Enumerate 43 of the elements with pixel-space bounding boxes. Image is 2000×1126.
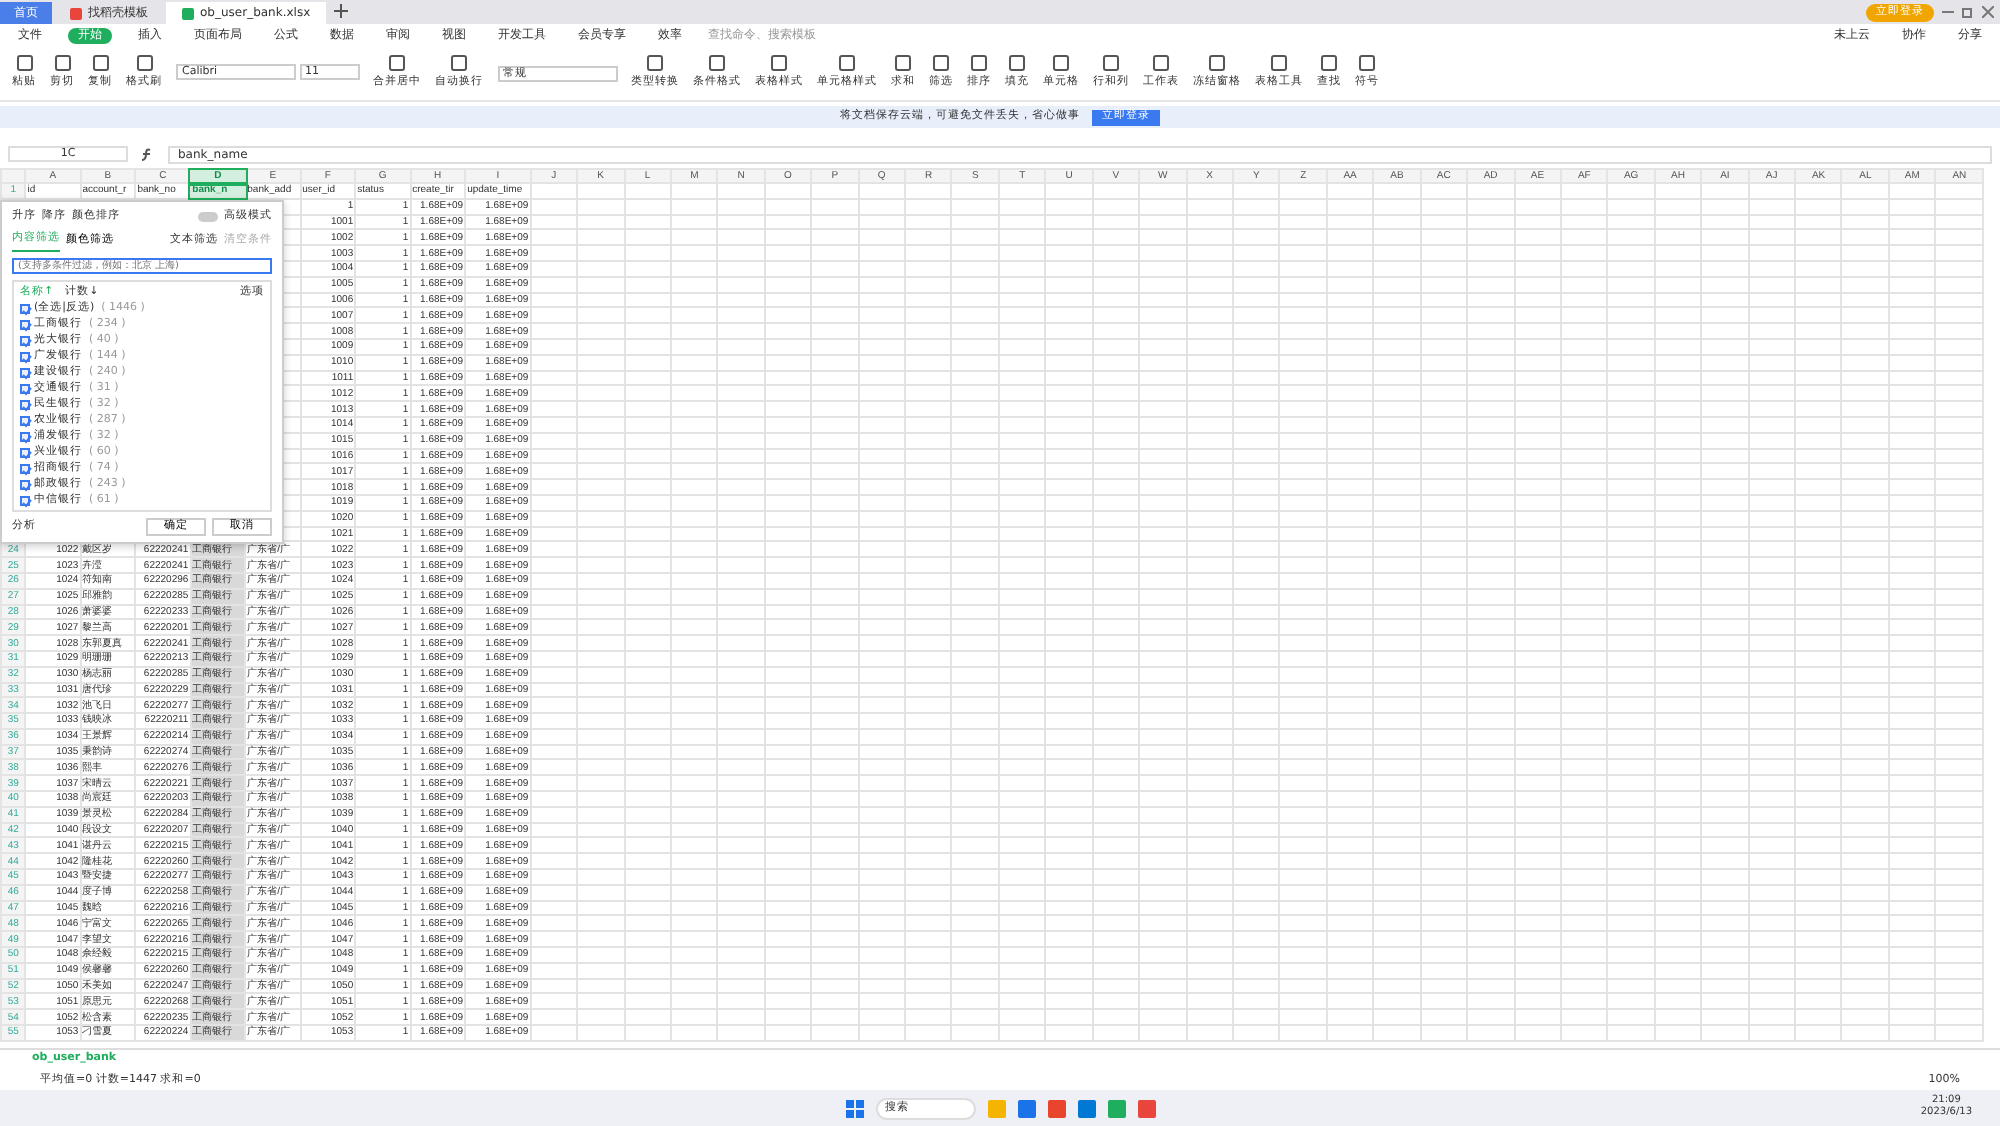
square-icon: [646, 54, 664, 73]
close-icon[interactable]: [1982, 6, 1994, 18]
square-icon: [970, 54, 988, 73]
square-icon: [1102, 54, 1120, 73]
checkbox[interactable]: [20, 351, 30, 361]
checkbox[interactable]: [20, 463, 30, 473]
square-icon: [135, 54, 153, 73]
square-icon: [1270, 54, 1288, 73]
checkbox[interactable]: [20, 415, 30, 425]
square-icon: [53, 54, 71, 73]
checkbox[interactable]: [20, 495, 30, 505]
square-icon: [388, 54, 406, 73]
checkbox[interactable]: [20, 335, 30, 345]
checkbox[interactable]: [20, 367, 30, 377]
square-icon: [1152, 54, 1170, 73]
square-icon: [91, 54, 109, 73]
checkbox[interactable]: [20, 319, 30, 329]
minimize-icon[interactable]: [1942, 6, 1954, 18]
square-icon: [1208, 54, 1226, 73]
formula-icon: [140, 147, 156, 161]
plus-icon[interactable]: [334, 3, 349, 21]
checkbox[interactable]: [20, 431, 30, 441]
square-icon: [1008, 54, 1026, 73]
toggle-switch[interactable]: [198, 211, 218, 222]
checkbox[interactable]: [20, 399, 30, 409]
square-icon: [770, 54, 788, 73]
checkbox[interactable]: [20, 479, 30, 489]
square-icon: [450, 54, 468, 73]
checkbox[interactable]: [20, 303, 30, 313]
square-icon: [838, 54, 856, 73]
square-icon: [15, 54, 33, 73]
start-icon[interactable]: [845, 1099, 863, 1117]
checkbox[interactable]: [20, 447, 30, 457]
restore-icon[interactable]: [1962, 6, 1974, 18]
file-icon: [70, 7, 82, 19]
square-icon: [1052, 54, 1070, 73]
square-icon: [932, 54, 950, 73]
square-icon: [1320, 54, 1338, 73]
square-icon: [894, 54, 912, 73]
square-icon: [708, 54, 726, 73]
checkbox[interactable]: [20, 383, 30, 393]
square-icon: [1358, 54, 1376, 73]
file-icon: [182, 7, 194, 19]
